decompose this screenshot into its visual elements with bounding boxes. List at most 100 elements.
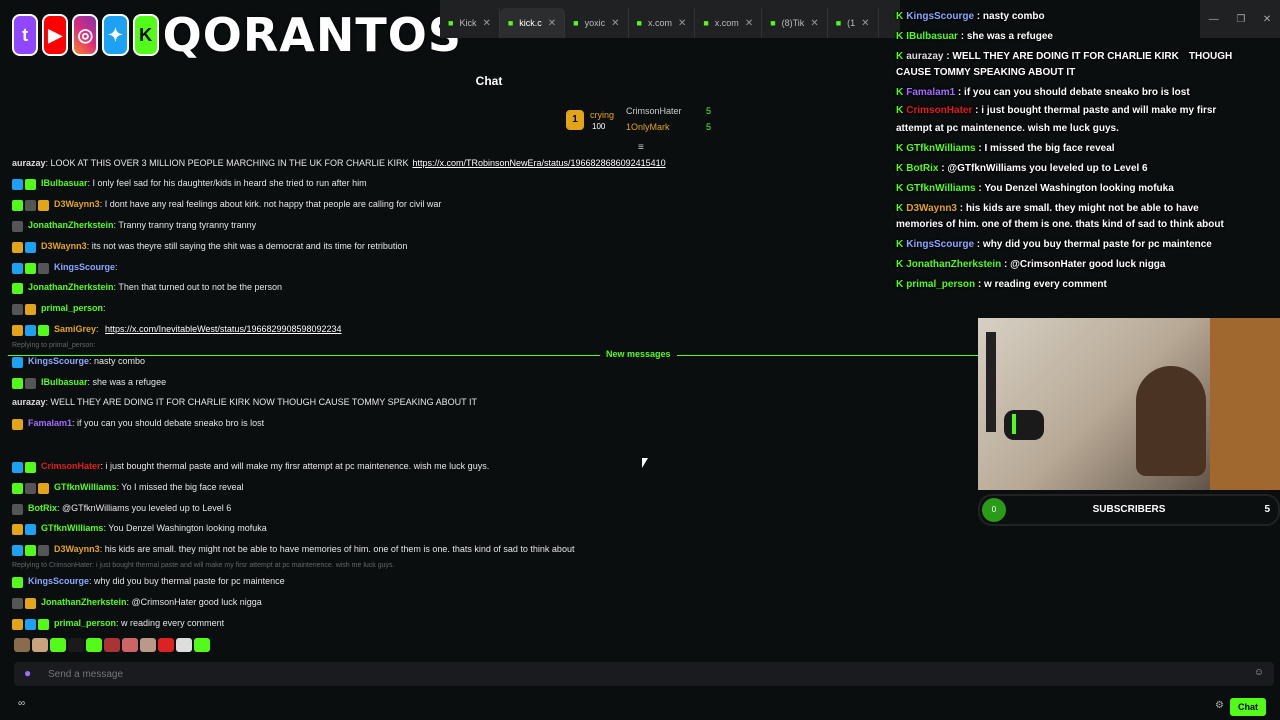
chat-username[interactable]: KingsScourge	[28, 576, 89, 586]
browser-tab[interactable]: ■ (1 ✕	[828, 8, 879, 38]
browser-tab[interactable]: ■ Kick ✕	[440, 8, 500, 38]
chat-username[interactable]: Famalam1	[28, 418, 72, 428]
badge-icon	[38, 482, 49, 494]
maximize-icon[interactable]: ❐	[1236, 14, 1245, 25]
chat-username[interactable]: D3Waynn3	[41, 241, 87, 251]
badge-icon	[12, 523, 23, 535]
tab-close-icon[interactable]: ✕	[482, 18, 490, 29]
emote-icon[interactable]	[194, 638, 210, 652]
badge-icon	[12, 576, 23, 588]
chat-link[interactable]: https://x.com/TRobinsonNewEra/status/196…	[412, 158, 665, 168]
chat-username[interactable]: IBulbasuar	[41, 377, 88, 387]
browser-tab[interactable]: ■ x.com ✕	[695, 8, 763, 38]
chat-message: D3Waynn3: its not was theyre still sayin…	[12, 239, 407, 254]
user-badges	[12, 355, 25, 369]
chat-username[interactable]: JonathanZherkstein	[41, 597, 127, 607]
kick-badge-icon: K	[896, 203, 904, 214]
emote-icon[interactable]	[158, 638, 174, 652]
mouse-cursor-icon	[642, 458, 648, 468]
chat-username[interactable]: KingsScourge	[28, 356, 89, 366]
chat-username[interactable]: primal_person	[41, 303, 103, 313]
kick-badge-icon: K	[896, 105, 904, 116]
chat-username[interactable]: IBulbasuar	[41, 178, 88, 188]
emote-icon[interactable]	[176, 638, 192, 652]
emote-icon[interactable]	[122, 638, 138, 652]
chat-username[interactable]: JonathanZherkstein	[28, 220, 114, 230]
gift-badge-icon: 1	[566, 110, 584, 130]
emote-icon[interactable]	[140, 638, 156, 652]
browser-tab[interactable]: ■ kick.c ✕	[499, 8, 566, 38]
gear-icon[interactable]: ⚙	[1215, 700, 1224, 711]
tab-label: Kick	[459, 18, 477, 28]
badge-icon	[38, 618, 49, 630]
browser-tab[interactable]: ■ yoxic ✕	[565, 8, 629, 38]
tab-close-icon[interactable]: ✕	[745, 18, 753, 29]
minimize-icon[interactable]: —	[1209, 14, 1219, 25]
chat-username[interactable]: aurazay	[12, 158, 46, 168]
chat-username[interactable]: SamiGrey	[54, 324, 96, 334]
infinity-icon[interactable]: ∞	[18, 698, 25, 709]
tab-close-icon[interactable]: ✕	[861, 18, 869, 29]
browser-tab[interactable]: ■ x.com ✕	[629, 8, 696, 38]
user-badges	[12, 323, 51, 337]
emote-icon[interactable]	[50, 638, 66, 652]
tab-label: x.com	[647, 18, 672, 28]
chat-text: LOOK AT THIS OVER 3 MILLION PEOPLE MARCH…	[50, 158, 409, 168]
chat-message: IBulbasuar: I only feel sad for his daug…	[12, 176, 367, 191]
user-badges	[12, 302, 38, 316]
browser-tab[interactable]: ■ (8)Tik ✕	[762, 8, 828, 38]
tab-close-icon[interactable]: ✕	[611, 18, 619, 29]
chat-username[interactable]: GTfknWilliams	[41, 523, 103, 533]
overlay-username: KingsScourge	[906, 11, 975, 22]
separator: :	[975, 143, 985, 154]
subs-goal: 5	[1264, 504, 1270, 515]
chat-username[interactable]: CrimsonHater	[41, 461, 101, 471]
microphone-icon[interactable]: ●	[24, 666, 31, 680]
close-icon[interactable]: ✕	[1263, 14, 1271, 25]
kick-badge-icon: K	[896, 163, 904, 174]
overlay-message: Kprimal_person : w reading every comment	[896, 278, 1107, 292]
chat-link[interactable]: https://x.com/InevitableWest/status/1966…	[105, 324, 342, 334]
chat-text: why did you buy thermal paste for pc mai…	[94, 576, 285, 586]
badge-icon	[25, 199, 36, 211]
chat-button[interactable]: Chat	[1230, 698, 1266, 716]
emote-icon[interactable]	[86, 638, 102, 652]
tab-label: x.com	[714, 18, 739, 28]
tab-favicon-icon: ■	[507, 18, 514, 28]
emote-icon[interactable]	[14, 638, 30, 652]
pin-collapse-icon[interactable]: ≡	[638, 142, 644, 153]
chat-username[interactable]: D3Waynn3	[54, 199, 100, 209]
emote-icon[interactable]	[68, 638, 84, 652]
emote-icon[interactable]	[104, 638, 120, 652]
chat-username[interactable]: GTfknWilliams	[54, 482, 116, 492]
emoji-icon[interactable]: ☺	[1254, 667, 1264, 678]
reply-context[interactable]: Replying to primal_person:	[12, 342, 95, 349]
overlay-message: K CrimsonHater : i just bought thermal pa…	[896, 104, 1216, 118]
tab-favicon-icon: ■	[448, 18, 454, 28]
chat-username[interactable]: primal_person	[54, 618, 116, 628]
new-messages-label[interactable]: New messages	[600, 349, 677, 359]
chat-username[interactable]: aurazay	[12, 397, 46, 407]
tab-close-icon[interactable]: ✕	[678, 18, 686, 29]
emote-icon[interactable]	[32, 638, 48, 652]
overlay-text: why did you buy thermal paste for pc mai…	[982, 239, 1212, 250]
chat-text: Tranny tranny trang tyranny tranny	[118, 220, 257, 230]
chat-username[interactable]: BotRix	[28, 503, 57, 513]
tab-close-icon[interactable]: ✕	[548, 18, 556, 29]
chat-footer: ∞ ⚙ Chat	[0, 694, 1280, 720]
chat-input-box[interactable]: ● ☺	[14, 662, 1274, 686]
emote-bar	[14, 638, 210, 652]
chat-text: if you can you should debate sneako bro …	[77, 418, 265, 428]
message-input[interactable]	[46, 667, 1050, 681]
badge-icon	[12, 377, 23, 389]
separator: :	[975, 279, 985, 290]
kick-icon: K	[132, 14, 159, 56]
chat-username[interactable]: D3Waynn3	[54, 544, 100, 554]
chat-username[interactable]: JonathanZherkstein	[28, 282, 114, 292]
tab-close-icon[interactable]: ✕	[810, 18, 818, 29]
separator: :	[955, 87, 965, 98]
chat-username[interactable]: KingsScourge	[54, 262, 115, 272]
reply-context[interactable]: Replying to CrimsonHater: i just bought …	[12, 562, 394, 569]
badge-icon	[25, 523, 36, 535]
chat-message: GTfknWilliams: You Denzel Washington loo…	[12, 521, 267, 536]
